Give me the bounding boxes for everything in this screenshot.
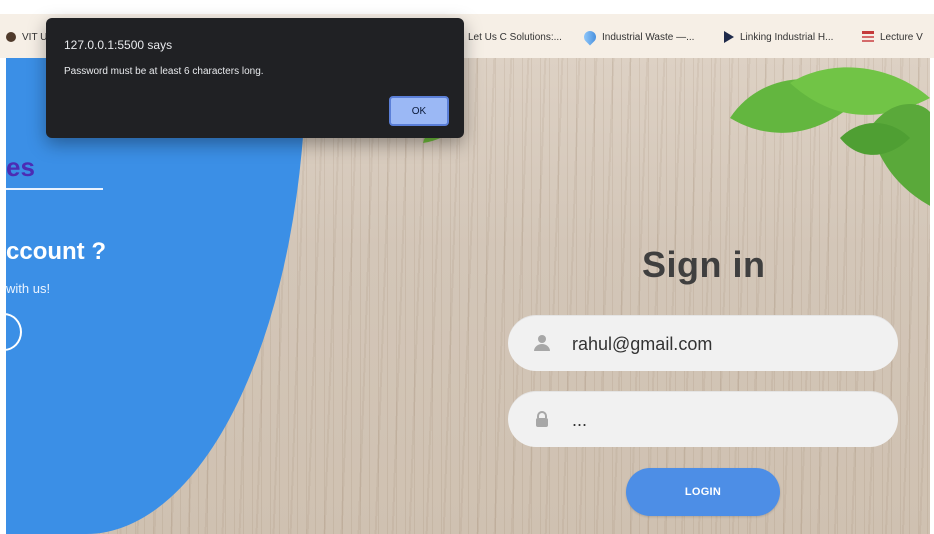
password-input[interactable] xyxy=(570,403,874,437)
bookmark-label: Lecture V xyxy=(880,31,923,43)
user-icon xyxy=(534,335,550,351)
bookmark-label: Linking Industrial H... xyxy=(740,31,834,43)
alert-title: 127.0.0.1:5500 says xyxy=(64,38,173,52)
ok-button[interactable]: OK xyxy=(389,96,449,126)
lock-icon xyxy=(536,411,548,427)
drop-icon xyxy=(581,28,599,46)
bookmark-label: Let Us C Solutions:... xyxy=(468,31,562,43)
password-field-container xyxy=(508,391,898,447)
triangle-icon xyxy=(724,31,734,43)
bookmark-lecture[interactable]: Lecture V xyxy=(862,28,923,46)
brand-underline xyxy=(6,188,103,190)
account-title: ccount ? xyxy=(6,238,106,265)
signin-title: Sign in xyxy=(642,244,766,285)
bookmark-label: Industrial Waste —... xyxy=(602,31,695,43)
bookmark-industrial-waste[interactable]: Industrial Waste —... xyxy=(581,28,695,46)
grid-icon xyxy=(862,31,874,43)
login-button[interactable]: LOGIN xyxy=(626,468,780,516)
email-input[interactable] xyxy=(570,327,874,361)
bookmark-letusc[interactable]: Let Us C Solutions:... xyxy=(468,28,562,46)
email-field-container xyxy=(508,315,898,371)
right-edge-strip xyxy=(930,58,934,534)
circle-dark-icon xyxy=(6,32,16,42)
leaf-decoration-large xyxy=(730,67,934,208)
brand-fragment: es xyxy=(6,152,35,182)
alert-dialog: 127.0.0.1:5500 says Password must be at … xyxy=(46,18,464,138)
account-subtitle: with us! xyxy=(6,281,51,296)
alert-message: Password must be at least 6 characters l… xyxy=(64,66,264,77)
bookmark-linking-industrial[interactable]: Linking Industrial H... xyxy=(724,28,833,46)
